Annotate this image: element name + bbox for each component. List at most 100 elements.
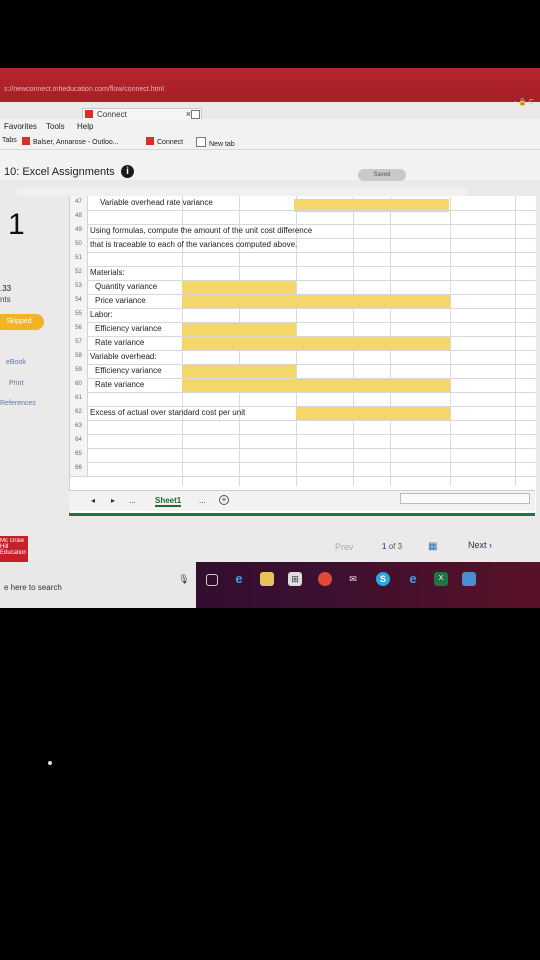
row-number: 54 [70,294,88,308]
table-row: 56 Efficiency variance [70,322,536,337]
next-label: Next [468,540,487,550]
table-row: 47 Variable overhead rate variance [70,196,536,211]
screen: s://newconnect.mheducation.com/flow/conn… [0,68,540,608]
menu-favorites[interactable]: Favorites [4,122,37,131]
assignment-header: 10: Excel Assignments i [0,150,540,180]
file-explorer-icon[interactable] [260,572,274,586]
new-tab-icon[interactable] [191,110,200,119]
connect-icon [146,137,154,145]
cell-label[interactable]: Variable overhead: [90,350,157,364]
logo-text: Mc Graw Hill Education [0,538,26,556]
row-number: 61 [70,392,88,406]
table-row: 48 [70,210,536,225]
table-row: 51 [70,252,536,267]
mail-icon[interactable]: ✉ [346,572,360,586]
cell-label[interactable]: Excess of actual over standard cost per … [90,406,245,420]
table-row: 63 [70,420,536,435]
spreadsheet[interactable]: 47 Variable overhead rate variance 48 49 Usi… [69,196,536,516]
cell-label[interactable]: Variable overhead rate variance [100,196,213,210]
search-placeholder: e here to search [4,583,62,592]
row-number: 58 [70,350,88,364]
menu-tools[interactable]: Tools [46,122,65,131]
row-number: 59 [70,364,88,378]
question-grid-icon[interactable]: ▦ [428,541,437,552]
favorite-outlook[interactable]: Balser, Annarose - Outloo... [22,137,119,146]
page-total: of 3 [388,542,403,551]
edge-icon[interactable]: e [232,572,246,586]
favorites-bar: Tabs Balser, Annarose - Outloo... Connec… [0,133,540,150]
points-value: .33 [0,284,12,293]
table-row: 57 Rate variance [70,336,536,351]
photos-icon[interactable] [462,572,476,586]
cell-label[interactable]: Efficiency variance [95,364,162,378]
favorite-tabs[interactable]: Tabs [2,137,17,144]
row-number: 57 [70,336,88,350]
add-sheet-icon[interactable]: + [219,495,229,505]
microphone-icon[interactable]: 🎙 [177,572,191,586]
store-icon[interactable]: ⊞ [288,572,302,586]
menu-help[interactable]: Help [77,122,93,131]
favorite-new-tab-label: New tab [209,141,235,148]
sheet-more-left[interactable]: ... [129,496,136,505]
cell-label[interactable]: Rate variance [95,336,144,350]
taskbar-search[interactable]: e here to search [0,562,196,608]
row-number: 49 [70,224,88,238]
cell-label[interactable]: Materials: [90,266,125,280]
table-row: 50 that is traceable to each of the varia… [70,238,536,253]
row-number: 66 [70,462,88,476]
info-icon[interactable]: i [121,165,134,178]
points-label: nts [0,295,11,304]
sheet-scroll-right-icon[interactable]: ▸ [111,496,115,505]
table-row: 49 Using formulas, compute the amount of … [70,224,536,239]
sheet-scroll-left-icon[interactable]: ◂ [91,496,95,505]
table-row: 52 Materials: [70,266,536,281]
next-button[interactable]: Next › [468,540,492,550]
chrome-icon[interactable] [318,572,332,586]
menu-bar: Favorites Tools Help [0,119,540,133]
sheet-bottom-border [69,513,535,516]
favorite-connect-label: Connect [157,139,184,146]
connect-favicon-icon [85,110,93,118]
table-row: 66 [70,462,536,477]
cell-label[interactable]: Efficiency variance [95,322,162,336]
mcgraw-hill-logo: Mc Graw Hill Education [0,536,28,564]
sheet-more-right[interactable]: ... [199,496,206,505]
cell-label[interactable]: that is traceable to each of the varianc… [90,238,297,252]
cell-label[interactable]: Labor: [90,308,113,322]
cell-label[interactable]: Using formulas, compute the amount of th… [90,224,312,238]
excel-icon[interactable]: X [434,572,448,586]
address-bar[interactable]: s://newconnect.mheducation.com/flow/conn… [0,68,540,106]
page-indicator: 1 of 3 [382,542,402,551]
references-link[interactable]: References [0,400,36,407]
cell-label[interactable]: Price variance [95,294,146,308]
table-row: 60 Rate variance [70,378,536,393]
row-number: 56 [70,322,88,336]
next-arrow-icon: › [489,540,493,550]
print-link[interactable]: Print [9,380,23,387]
horizontal-scrollbar[interactable] [400,493,530,504]
table-row: 59 Efficiency variance [70,364,536,379]
favorite-connect[interactable]: Connect [146,137,183,146]
column-header-row [17,188,467,196]
table-row: 58 Variable overhead: [70,350,536,365]
page-icon [196,137,206,147]
task-view-icon[interactable] [206,574,218,586]
cell-label[interactable]: Rate variance [95,378,144,392]
outlook-icon [22,137,30,145]
sheet-tab-sheet1[interactable]: Sheet1 [155,496,182,507]
url-text[interactable]: s://newconnect.mheducation.com/flow/conn… [4,86,164,93]
prev-button[interactable]: Prev [335,542,354,552]
address-bar-controls[interactable]: - 🔒 C [514,98,534,106]
row-number: 63 [70,420,88,434]
cell-label[interactable]: Quantity variance [95,280,157,294]
ebook-link[interactable]: eBook [6,359,26,366]
favorite-new-tab[interactable]: New tab [196,137,235,148]
question-number: 1 [8,208,25,241]
saved-status-badge: Saved [358,169,406,181]
ie-icon[interactable]: e [406,572,420,586]
table-row: 53 Quantity variance [70,280,536,295]
skipped-badge: Skipped [0,314,44,330]
row-number: 64 [70,434,88,448]
row-number: 52 [70,266,88,280]
skype-icon[interactable]: S [376,572,390,586]
